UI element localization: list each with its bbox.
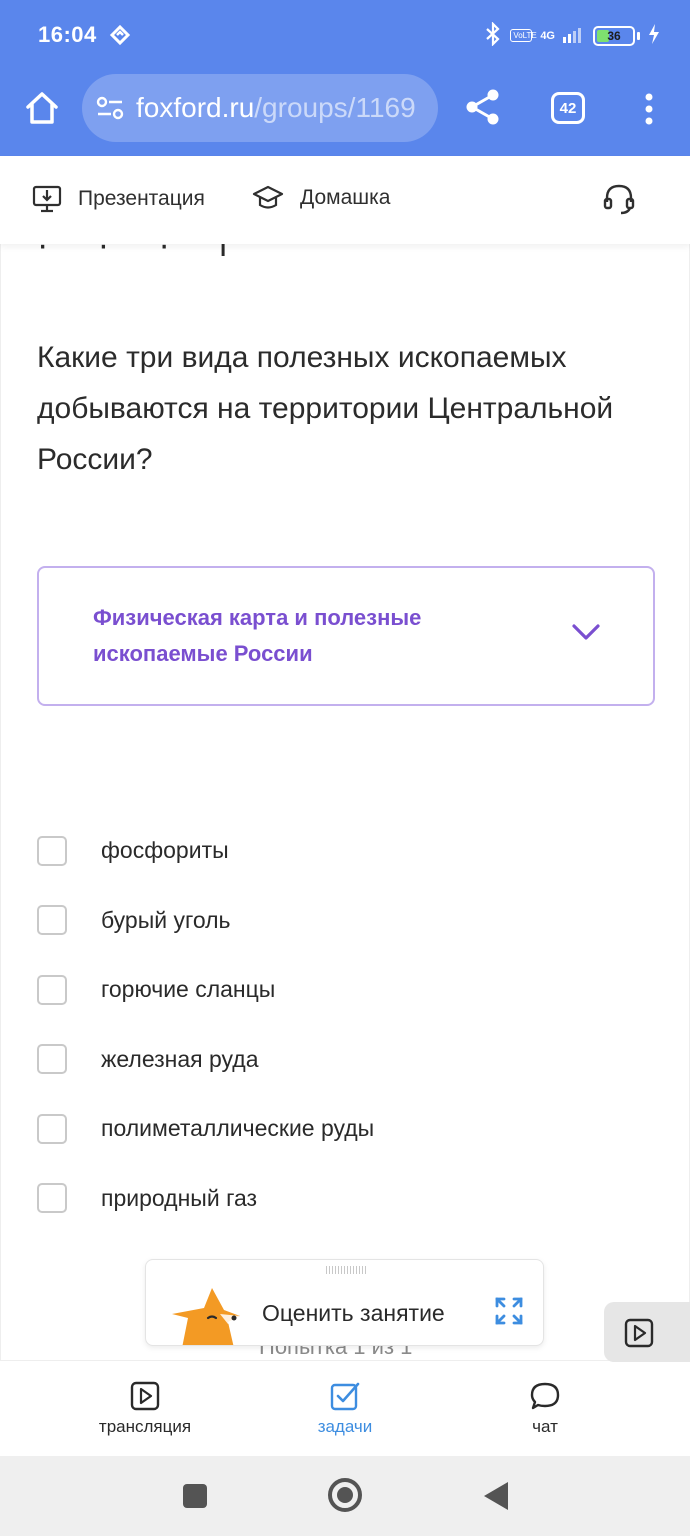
answer-label: железная руда (101, 1045, 259, 1072)
video-float-button[interactable] (604, 1302, 690, 1362)
home-system-button[interactable] (328, 1478, 362, 1512)
share-button[interactable] (464, 88, 502, 126)
answer-option[interactable]: природный газ (37, 1164, 657, 1234)
topic-accordion[interactable]: Физическая карта и полезные ископаемые Р… (37, 566, 655, 706)
expand-icon[interactable] (494, 1296, 524, 1326)
presentation-button[interactable]: Презентация (32, 184, 205, 214)
question-text: Какие три вида полезных ископаемых добыв… (37, 341, 614, 476)
tab-tasks[interactable]: задачи (275, 1381, 415, 1437)
tab-switcher-button[interactable]: 42 (551, 92, 585, 124)
charging-icon (648, 24, 660, 47)
site-settings-icon[interactable] (96, 96, 124, 125)
answer-label: полиметаллические руды (101, 1115, 375, 1142)
answer-label: природный газ (101, 1184, 258, 1211)
url-bar[interactable]: foxford.ru/groups/1169 (82, 74, 438, 142)
tab-chat[interactable]: чат (475, 1381, 615, 1437)
browser-menu-button[interactable] (640, 92, 658, 126)
signal-icon (563, 25, 585, 46)
url-text: foxford.ru/groups/1169 (136, 92, 416, 124)
lesson-toolbar: Презентация Домашка (0, 156, 690, 244)
headset-icon (603, 184, 635, 215)
answer-checkbox[interactable] (37, 1113, 67, 1144)
chevron-down-icon (572, 624, 600, 640)
tab-stream[interactable]: трансляция (75, 1381, 215, 1437)
answer-checkbox[interactable] (37, 974, 67, 1005)
back-button[interactable] (484, 1482, 508, 1510)
answer-option[interactable]: фосфориты (37, 816, 657, 886)
url-path: /groups/1169 (254, 92, 416, 123)
drag-handle[interactable] (326, 1266, 366, 1274)
support-button[interactable] (602, 182, 636, 216)
play-icon (130, 1381, 160, 1411)
checkbox-icon (330, 1382, 360, 1411)
answer-label: горючие сланцы (101, 976, 276, 1003)
browser-chrome: 16:04 VoLTE 4G 36 foxford.ru/groups/1169… (0, 0, 690, 156)
rate-lesson-label: Оценить занятие (262, 1300, 445, 1326)
rate-lesson-card[interactable]: Оценить занятие (145, 1259, 544, 1346)
home-button[interactable] (22, 88, 62, 128)
system-nav-bar (0, 1456, 690, 1536)
battery-level: 36 (607, 28, 621, 43)
tab-stream-label: трансляция (98, 1417, 192, 1436)
fox-mascot-icon (172, 1288, 240, 1345)
answer-option[interactable]: горючие сланцы (37, 955, 657, 1025)
answer-checkbox[interactable] (37, 835, 67, 866)
answer-label: бурый уголь (101, 906, 231, 933)
bottom-tab-bar: трансляция задачи чат (0, 1360, 690, 1456)
homework-label: Домашка (300, 186, 391, 209)
answer-options: фосфориты бурый уголь горючие сланцы жел… (37, 816, 657, 1233)
status-time: 16:04 (38, 22, 97, 47)
tab-chat-label: чат (532, 1417, 558, 1436)
task-content[interactable]: · · · г Какие три вида полезных ископаем… (0, 244, 690, 1360)
answer-option[interactable]: бурый уголь (37, 886, 657, 956)
recent-apps-button[interactable] (183, 1484, 207, 1508)
presentation-label: Презентация (78, 187, 205, 210)
answer-option[interactable]: полиметаллические руды (37, 1094, 657, 1164)
battery-indicator: 36 (593, 25, 635, 46)
task-heading-cut: · · · г (37, 244, 252, 264)
volte-badge: VoLTE (510, 29, 537, 42)
topic-title: Физическая карта и полезные ископаемые Р… (93, 605, 422, 666)
answer-checkbox[interactable] (37, 1183, 67, 1214)
more-vertical-icon (645, 93, 653, 125)
presentation-download-icon (32, 185, 62, 213)
homework-button[interactable]: Домашка (252, 184, 390, 212)
play-icon (624, 1318, 654, 1348)
share-icon (466, 89, 499, 125)
network-type: 4G (540, 29, 555, 42)
answer-option[interactable]: железная руда (37, 1025, 657, 1095)
notification-icon (108, 24, 132, 51)
bluetooth-icon (484, 21, 502, 49)
graduation-cap-icon (252, 185, 284, 209)
url-host: foxford.ru (136, 92, 255, 123)
answer-checkbox[interactable] (37, 1044, 67, 1075)
status-indicators: VoLTE 4G 36 (484, 21, 660, 49)
home-icon (26, 92, 58, 124)
status-bar: 16:04 VoLTE 4G 36 (0, 0, 690, 70)
battery-cap (637, 31, 640, 40)
answer-checkbox[interactable] (37, 905, 67, 936)
chat-bubble-icon (530, 1382, 560, 1410)
answer-label: фосфориты (101, 837, 229, 864)
tab-tasks-label: задачи (317, 1417, 373, 1436)
